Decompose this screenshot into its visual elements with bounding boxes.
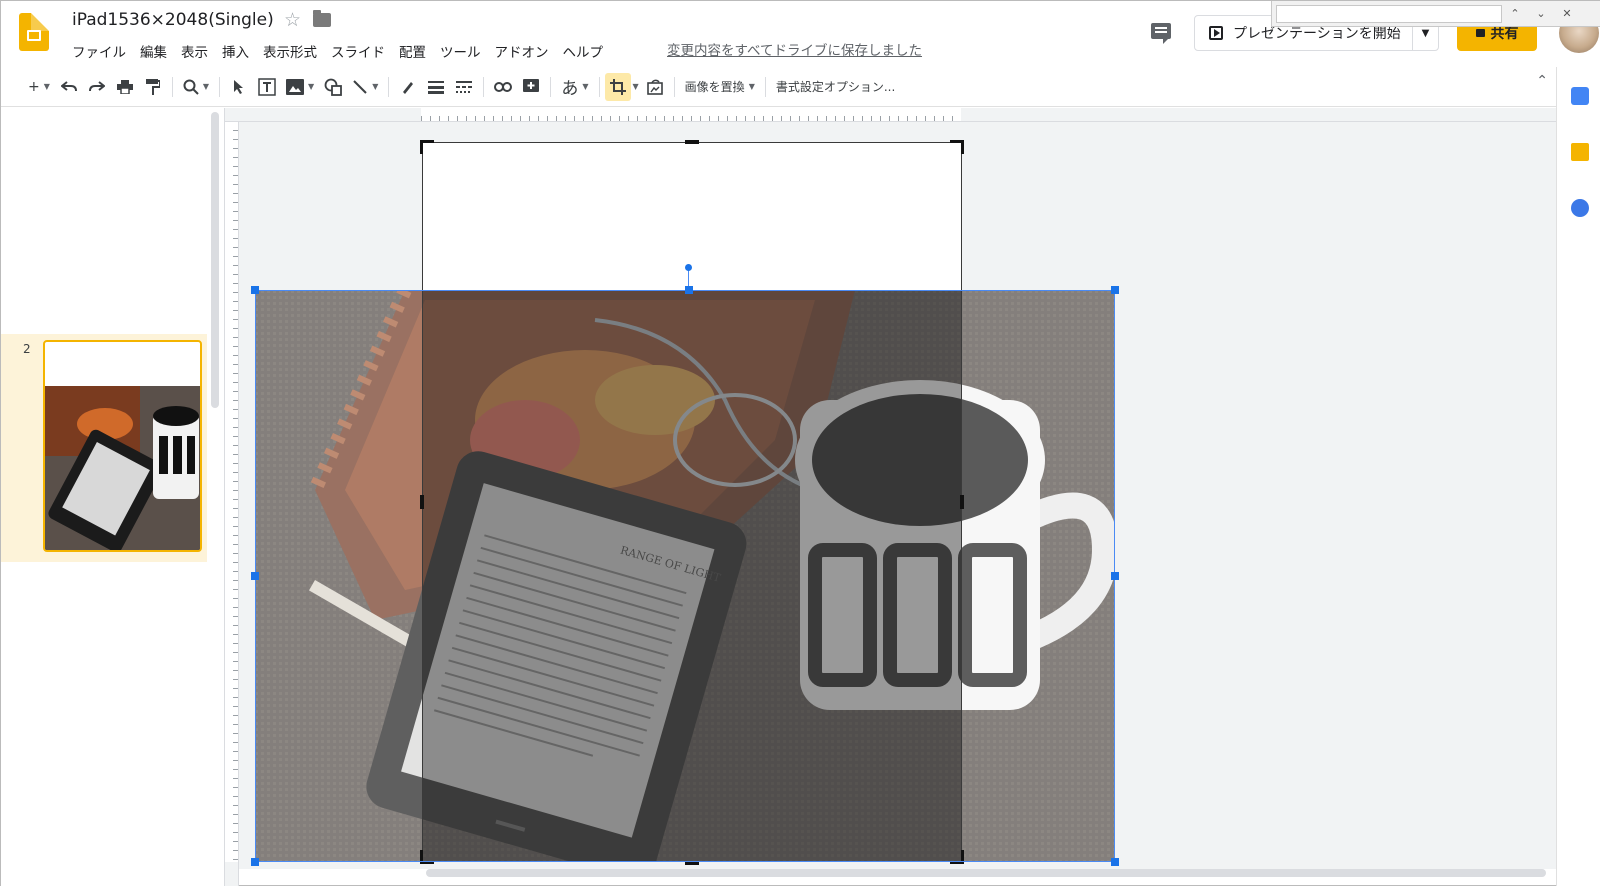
redo-icon[interactable] [83, 73, 111, 101]
slide-number: 2 [23, 342, 31, 356]
resize-handle-right[interactable] [1111, 572, 1119, 580]
text-box-icon[interactable] [253, 73, 281, 101]
menu-tools[interactable]: ツール [433, 39, 488, 63]
find-close-icon[interactable]: ✕ [1554, 7, 1580, 20]
crop-icon [609, 78, 626, 95]
find-next-icon[interactable]: ⌄ [1528, 7, 1554, 20]
crop-handle-bottom[interactable] [685, 861, 699, 865]
side-panel [1556, 67, 1600, 886]
chevron-up-icon[interactable]: ⌃ [1536, 73, 1548, 89]
resize-handle-bottom-right[interactable] [1111, 858, 1119, 866]
rotate-handle[interactable] [685, 264, 692, 271]
vertical-ruler[interactable] [225, 122, 239, 886]
border-dash-icon[interactable] [450, 73, 478, 101]
header: iPad1536×2048(Single) ☆ ファイル 編集 表示 挿入 表示… [1, 1, 1600, 67]
replace-image-button[interactable]: 画像を置換 ▼ [680, 73, 760, 101]
resize-handle-top-left[interactable] [251, 286, 259, 294]
menu-addons[interactable]: アドオン [488, 39, 556, 63]
insert-image-button[interactable]: ▼ [281, 73, 319, 101]
document-title[interactable]: iPad1536×2048(Single) [72, 10, 274, 30]
crop-handle-top[interactable] [685, 140, 699, 144]
menu-help[interactable]: ヘルプ [556, 39, 611, 63]
find-input[interactable] [1276, 4, 1502, 23]
star-icon[interactable]: ☆ [284, 9, 301, 31]
filmstrip-scrollbar[interactable] [211, 112, 219, 408]
folder-icon[interactable] [313, 10, 331, 27]
select-cursor-icon[interactable] [225, 73, 253, 101]
toolbar: + ▼ ▼ ▼ ▼ あ ▼ ▼ 画像を置換 ▼ 書式設定オプション... ⌃ [1, 67, 1556, 107]
new-slide-button[interactable]: + ▼ [23, 73, 55, 101]
menu-arrange[interactable]: 配置 [392, 39, 433, 63]
menu-edit[interactable]: 編集 [133, 39, 174, 63]
format-options-button[interactable]: 書式設定オプション... [771, 73, 900, 101]
slides-app: iPad1536×2048(Single) ☆ ファイル 編集 表示 挿入 表示… [0, 0, 1600, 886]
menu-insert[interactable]: 挿入 [215, 39, 256, 63]
horizontal-ruler[interactable] [225, 108, 1556, 122]
filmstrip-slide[interactable]: 2 [1, 334, 207, 562]
crop-region[interactable] [422, 290, 962, 862]
border-color-icon[interactable] [394, 73, 422, 101]
find-prev-icon[interactable]: ⌃ [1502, 7, 1528, 20]
link-icon[interactable] [489, 73, 517, 101]
horizontal-scrollbar[interactable] [426, 869, 1546, 877]
mask-dropdown-icon[interactable]: ▼ [631, 73, 641, 101]
slides-logo-icon[interactable] [19, 13, 49, 51]
slide-thumbnail[interactable] [43, 340, 202, 552]
menu-file[interactable]: ファイル [65, 39, 133, 63]
menu-format[interactable]: 表示形式 [256, 39, 324, 63]
filmstrip: 2 [1, 108, 225, 886]
crop-handle-bottom-right[interactable] [950, 850, 964, 864]
keep-icon[interactable] [1571, 143, 1589, 161]
save-status-link[interactable]: 変更内容をすべてドライブに保存しました [667, 39, 922, 59]
resize-handle-top[interactable] [685, 286, 693, 294]
paint-format-icon[interactable] [139, 73, 167, 101]
menu-bar: ファイル 編集 表示 挿入 表示形式 スライド 配置 ツール アドオン ヘルプ [65, 39, 610, 63]
crop-handle-left[interactable] [420, 495, 424, 509]
slide-canvas[interactable]: RANGE OF LIGHT [239, 122, 1556, 869]
border-weight-icon[interactable] [422, 73, 450, 101]
menu-view[interactable]: 表示 [174, 39, 215, 63]
calendar-icon[interactable] [1571, 87, 1589, 105]
resize-handle-left[interactable] [251, 572, 259, 580]
image-icon [286, 78, 305, 95]
input-tools-button[interactable]: あ ▼ [556, 73, 593, 101]
crop-button[interactable] [604, 72, 631, 101]
crop-handle-top-right[interactable] [950, 140, 964, 154]
lock-icon [1475, 29, 1485, 37]
add-comment-icon[interactable] [517, 73, 545, 101]
crop-handle-top-left[interactable] [420, 140, 434, 154]
find-bar: ⌃ ⌄ ✕ [1271, 1, 1600, 27]
thumbnail-photo [45, 386, 200, 550]
reset-image-icon[interactable] [641, 73, 669, 101]
present-icon [1209, 26, 1223, 40]
resize-handle-bottom-left[interactable] [251, 858, 259, 866]
shape-icon[interactable] [319, 73, 347, 101]
undo-icon[interactable] [55, 73, 83, 101]
comment-icon[interactable] [1151, 23, 1171, 44]
crop-handle-bottom-left[interactable] [420, 850, 434, 864]
line-icon [353, 79, 367, 94]
zoom-icon [183, 79, 199, 95]
tasks-icon[interactable] [1571, 199, 1589, 217]
menu-slide[interactable]: スライド [324, 39, 392, 63]
crop-handle-right[interactable] [960, 495, 964, 509]
print-icon[interactable] [111, 73, 139, 101]
resize-handle-top-right[interactable] [1111, 286, 1119, 294]
line-button[interactable]: ▼ [347, 73, 383, 101]
zoom-button[interactable]: ▼ [178, 73, 214, 101]
